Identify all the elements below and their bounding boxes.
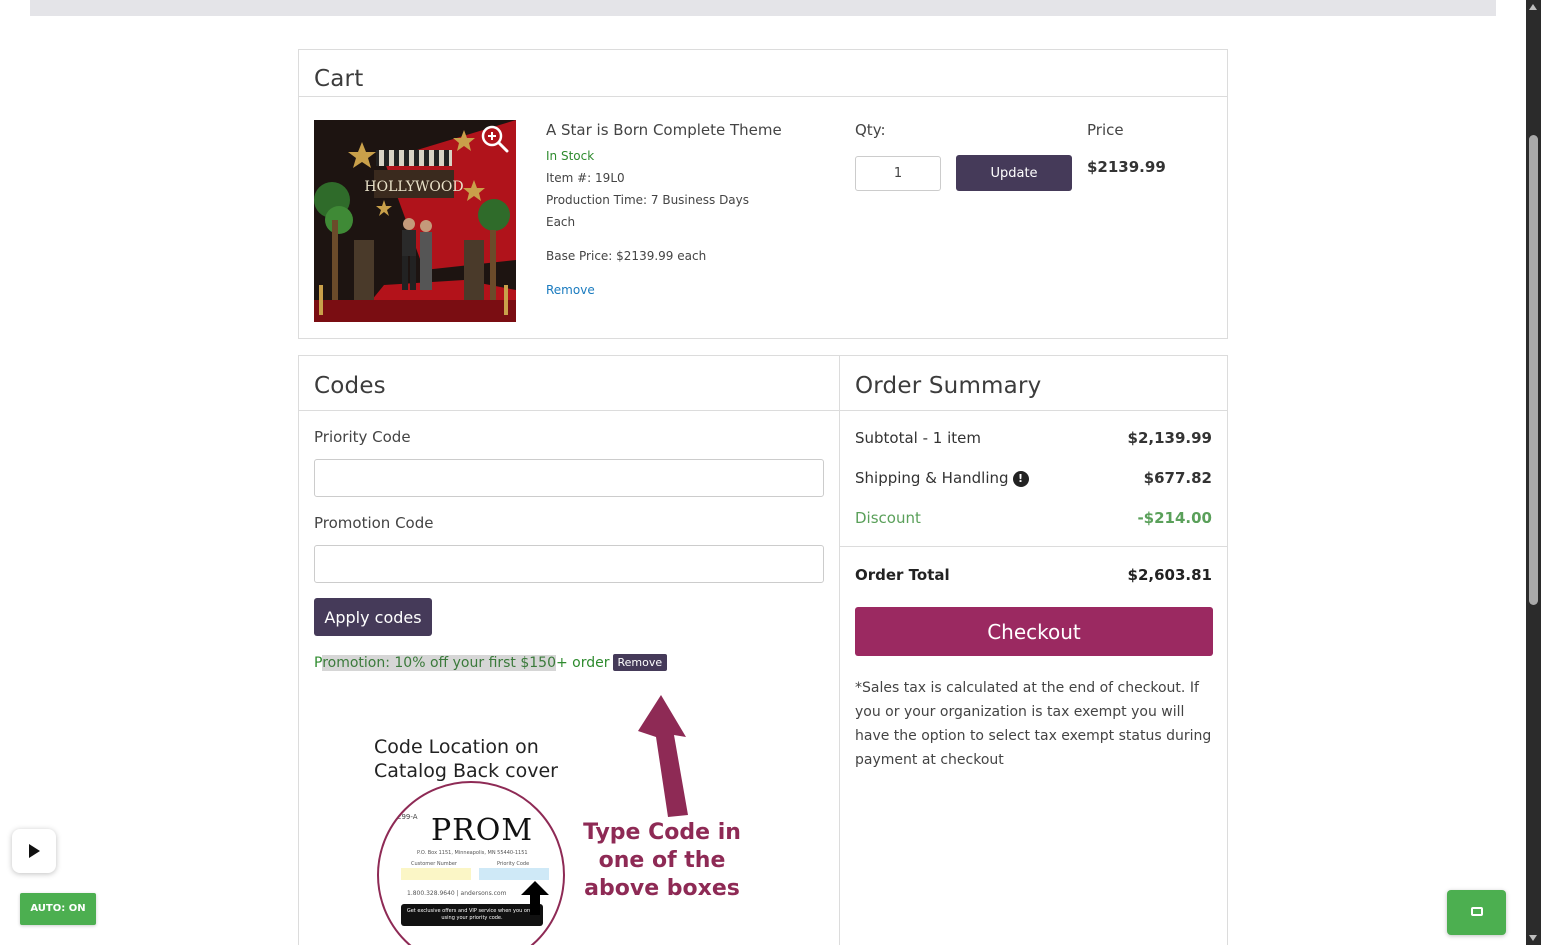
- item-unit: Each: [546, 215, 576, 229]
- item-title[interactable]: A Star is Born Complete Theme: [546, 121, 782, 139]
- zoom-in-icon[interactable]: [480, 124, 510, 154]
- shipping-value: $677.82: [1143, 469, 1212, 487]
- promotion-code-input[interactable]: [314, 545, 824, 583]
- page-scrollbar[interactable]: [1526, 0, 1541, 945]
- catalog-address: P.O. Box 1151, Minneapolis, MN 55440-115…: [417, 850, 528, 856]
- price-value: $2139.99: [1087, 158, 1166, 176]
- catalog-tag: 299-A: [397, 813, 418, 821]
- stock-status: In Stock: [546, 149, 595, 163]
- discount-label: Discount: [855, 509, 921, 527]
- subtotal-label: Subtotal - 1 item: [855, 429, 981, 447]
- hollywood-sign-text: HOLLYWOOD: [364, 179, 463, 195]
- summary-header: Order Summary: [840, 356, 1227, 411]
- price-label: Price: [1087, 121, 1124, 139]
- customer-number-label: Customer Number: [411, 861, 457, 867]
- customer-number-box: [401, 868, 471, 880]
- subtotal-value: $2,139.99: [1127, 429, 1212, 447]
- apply-codes-button[interactable]: Apply codes: [314, 598, 432, 636]
- promotion-code-label: Promotion Code: [314, 514, 434, 532]
- order-total-value: $2,603.81: [1127, 566, 1212, 584]
- play-icon: [29, 844, 40, 858]
- chat-button[interactable]: [1447, 890, 1506, 935]
- sales-tax-note: *Sales tax is calculated at the end of c…: [855, 680, 1212, 768]
- summary-title: Order Summary: [855, 373, 1042, 399]
- priority-code-input[interactable]: [314, 459, 824, 497]
- type-code-hint: Type Code in one of the above boxes: [583, 820, 741, 901]
- item-number: Item #: 19L0: [546, 171, 625, 185]
- cart-header: Cart: [299, 50, 1227, 97]
- shipping-row: Shipping & Handling!: [855, 469, 1029, 487]
- promo-highlighted-text: romotion: 10% off your first $150: [322, 655, 556, 671]
- catalog-back-cover-image: 299-A PROM P.O. Box 1151, Minneapolis, M…: [377, 781, 565, 945]
- applied-promotion: Promotion: 10% off your first $150+ orde…: [314, 654, 668, 671]
- order-total-label: Order Total: [855, 566, 950, 584]
- catalog-phone: 1.800.328.9640 | andersons.com: [407, 890, 507, 897]
- product-image[interactable]: HOLLYWOOD: [314, 120, 516, 322]
- arrow-up-icon: [638, 695, 688, 817]
- promo-suffix: + order: [556, 655, 610, 671]
- discount-value: -$214.00: [1137, 509, 1212, 527]
- cart-title: Cart: [314, 66, 364, 92]
- cart-panel: Cart HOLLYWOOD A Star is Born Complete T…: [298, 49, 1228, 339]
- auto-toggle[interactable]: AUTO: ON: [20, 893, 96, 925]
- catalog-priority-code-label: Priority Code: [497, 861, 530, 867]
- production-time: Production Time: 7 Business Days: [546, 193, 750, 207]
- play-button[interactable]: [12, 829, 56, 873]
- scroll-up-icon[interactable]: [1529, 4, 1537, 10]
- top-banner: [30, 0, 1496, 16]
- scrollbar-thumb[interactable]: [1529, 135, 1538, 605]
- catalog-logo: PROM: [431, 813, 534, 848]
- codes-header: Codes: [299, 356, 839, 411]
- summary-divider: [840, 546, 1227, 547]
- update-button[interactable]: Update: [956, 155, 1072, 191]
- qty-label: Qty:: [855, 121, 886, 139]
- info-icon[interactable]: !: [1012, 471, 1029, 487]
- promo-prefix: P: [314, 655, 323, 671]
- remove-promo-button[interactable]: Remove: [612, 654, 668, 671]
- qty-input[interactable]: [855, 156, 941, 191]
- chat-icon: [1471, 907, 1483, 916]
- arrow-up-icon: [521, 881, 549, 915]
- checkout-button[interactable]: Checkout: [855, 607, 1213, 656]
- scroll-down-icon[interactable]: [1529, 935, 1537, 941]
- remove-item-link[interactable]: Remove: [546, 283, 595, 297]
- shipping-label: Shipping & Handling: [855, 469, 1009, 487]
- codes-panel: Codes Priority Code Promotion Code Apply…: [298, 355, 840, 945]
- code-location-title: Code Location on Catalog Back cover: [374, 736, 558, 782]
- base-price: Base Price: $2139.99 each: [546, 249, 707, 263]
- priority-code-label: Priority Code: [314, 428, 411, 446]
- codes-title: Codes: [314, 373, 386, 399]
- priority-code-box: [479, 868, 549, 880]
- order-summary-panel: Order Summary Subtotal - 1 item $2,139.9…: [839, 355, 1228, 945]
